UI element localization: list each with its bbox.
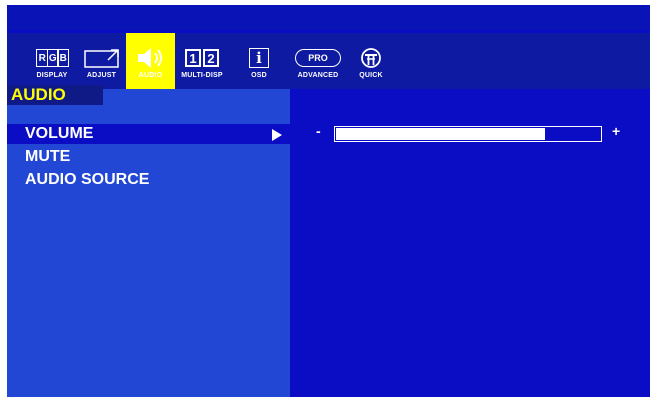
tab-advanced[interactable]: PRO ADVANCED — [291, 33, 345, 89]
tab-adjust[interactable]: ADJUST — [79, 33, 124, 89]
tab-advanced-label: ADVANCED — [297, 72, 339, 79]
menu-item-audio-source[interactable]: AUDIO SOURCE — [25, 170, 149, 190]
volume-slider-fill — [336, 128, 545, 140]
osd-top-strip — [7, 5, 650, 30]
speaker-icon — [136, 47, 166, 69]
volume-plus: + — [612, 123, 621, 139]
tab-bar: R G B DISPLAY ADJUST AUDIO 1 2 MULTI-DIS… — [7, 33, 650, 89]
tab-quick[interactable]: QUICK — [353, 33, 389, 89]
tab-adjust-label: ADJUST — [86, 72, 117, 79]
tab-audio[interactable]: AUDIO — [126, 33, 175, 89]
section-title: AUDIO — [7, 85, 103, 105]
menu-item-volume[interactable]: VOLUME — [25, 124, 93, 144]
tool-icon — [360, 47, 382, 69]
tab-osd-label: OSD — [251, 72, 267, 79]
tab-multi-disp-label: MULTI-DISP — [181, 72, 223, 79]
osd-menu: R G B DISPLAY ADJUST AUDIO 1 2 MULTI-DIS… — [7, 5, 650, 397]
volume-slider[interactable] — [334, 126, 602, 142]
play-arrow-icon — [272, 129, 282, 141]
tab-audio-label: AUDIO — [138, 72, 163, 79]
menu-item-mute[interactable]: MUTE — [25, 147, 70, 167]
tab-display-label: DISPLAY — [36, 72, 68, 79]
pro-icon: PRO — [295, 47, 341, 69]
adjust-window-icon — [83, 47, 120, 69]
multi-display-icon: 1 2 — [185, 47, 219, 69]
volume-minus: - — [316, 123, 321, 139]
rgb-icon: R G B — [36, 47, 70, 69]
tab-display[interactable]: R G B DISPLAY — [26, 33, 78, 89]
tab-osd[interactable]: i OSD — [240, 33, 278, 89]
tab-multi-disp[interactable]: 1 2 MULTI-DISP — [177, 33, 227, 89]
info-icon: i — [249, 47, 269, 69]
tab-quick-label: QUICK — [359, 72, 383, 79]
